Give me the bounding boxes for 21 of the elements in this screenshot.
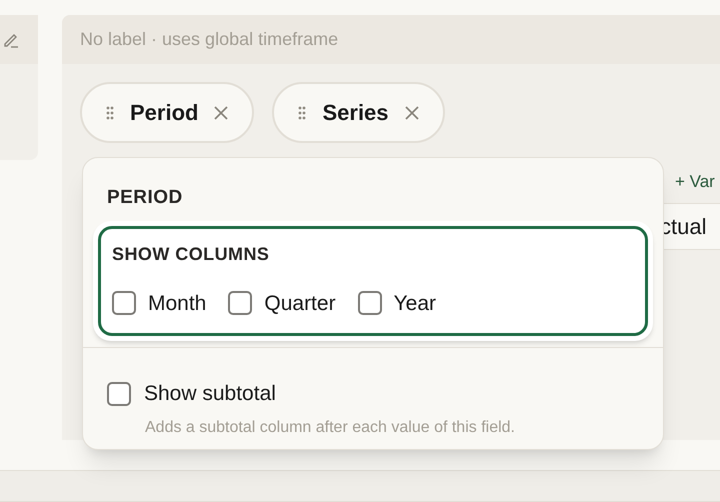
field-chip[interactable]: Period <box>80 82 254 143</box>
option-label: Quarter <box>264 290 336 316</box>
subtotal-hint: Adds a subtotal column after each value of this field. <box>145 418 516 438</box>
drag-handle-icon[interactable] <box>298 106 306 120</box>
popover-title: PERIOD <box>107 186 184 210</box>
checkbox[interactable] <box>112 291 136 316</box>
close-icon[interactable] <box>404 106 419 120</box>
subtotal-label: Show subtotal <box>144 381 276 407</box>
checkbox[interactable] <box>107 382 131 406</box>
field-chip[interactable]: Series <box>272 82 445 143</box>
add-link[interactable]: + Var <box>675 169 720 194</box>
close-icon[interactable] <box>214 106 228 120</box>
group-title: SHOW COLUMNS <box>112 242 270 266</box>
checkbox[interactable] <box>358 291 382 316</box>
chip-label: Period <box>130 99 198 127</box>
drag-handle-icon[interactable] <box>106 106 114 120</box>
checkbox[interactable] <box>228 291 252 316</box>
option-label: Month <box>148 290 206 316</box>
panel-header: No label · uses global timeframe <box>80 28 338 51</box>
chip-label: Series <box>322 99 389 127</box>
option-label: Year <box>394 290 436 316</box>
